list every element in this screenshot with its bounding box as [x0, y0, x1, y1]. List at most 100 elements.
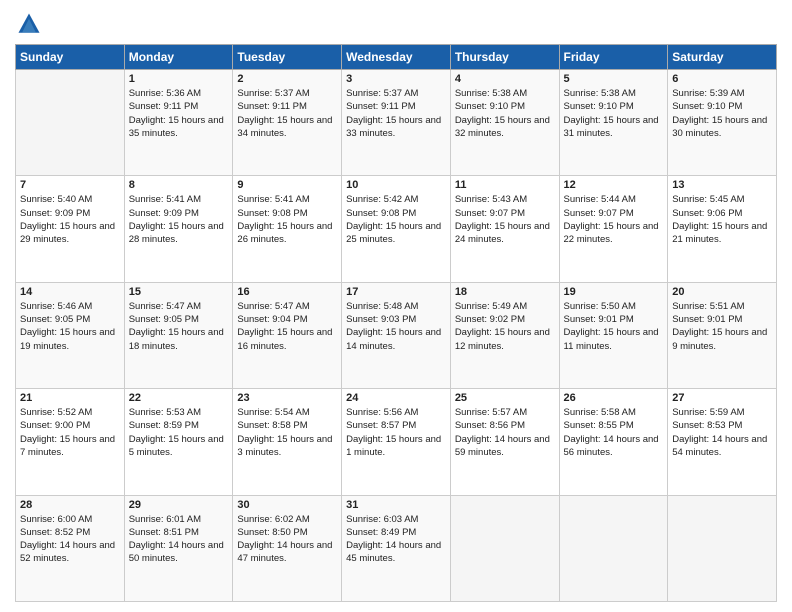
cell-info-line: Daylight: 15 hours and 24 minutes.	[455, 220, 555, 247]
day-of-week-header: Sunday	[16, 45, 125, 70]
cell-info-line: Sunrise: 5:40 AM	[20, 193, 120, 206]
cell-info-line: Sunrise: 5:38 AM	[455, 87, 555, 100]
calendar-week-row: 7Sunrise: 5:40 AMSunset: 9:09 PMDaylight…	[16, 176, 777, 282]
cell-info-line: Sunrise: 5:49 AM	[455, 300, 555, 313]
cell-info-line: Daylight: 14 hours and 52 minutes.	[20, 539, 120, 566]
day-number: 24	[346, 392, 446, 404]
calendar-cell: 5Sunrise: 5:38 AMSunset: 9:10 PMDaylight…	[559, 70, 668, 176]
day-number: 2	[237, 73, 337, 85]
cell-info-line: Sunset: 9:04 PM	[237, 313, 337, 326]
day-number: 21	[20, 392, 120, 404]
calendar-cell: 10Sunrise: 5:42 AMSunset: 9:08 PMDayligh…	[342, 176, 451, 282]
cell-info-line: Sunset: 9:03 PM	[346, 313, 446, 326]
calendar-cell: 12Sunrise: 5:44 AMSunset: 9:07 PMDayligh…	[559, 176, 668, 282]
day-number: 20	[672, 286, 772, 298]
calendar-cell: 6Sunrise: 5:39 AMSunset: 9:10 PMDaylight…	[668, 70, 777, 176]
calendar-week-row: 14Sunrise: 5:46 AMSunset: 9:05 PMDayligh…	[16, 282, 777, 388]
cell-info-line: Sunrise: 6:00 AM	[20, 513, 120, 526]
cell-info-line: Sunset: 8:51 PM	[129, 526, 229, 539]
cell-info-line: Daylight: 15 hours and 19 minutes.	[20, 326, 120, 353]
cell-info-line: Sunset: 9:11 PM	[237, 100, 337, 113]
calendar-cell: 21Sunrise: 5:52 AMSunset: 9:00 PMDayligh…	[16, 389, 125, 495]
cell-info-line: Sunrise: 5:51 AM	[672, 300, 772, 313]
cell-info-line: Sunset: 9:05 PM	[20, 313, 120, 326]
cell-info-line: Daylight: 15 hours and 21 minutes.	[672, 220, 772, 247]
day-of-week-header: Thursday	[450, 45, 559, 70]
cell-info-line: Daylight: 14 hours and 59 minutes.	[455, 433, 555, 460]
cell-info-line: Sunset: 8:53 PM	[672, 419, 772, 432]
day-number: 3	[346, 73, 446, 85]
day-of-week-header: Tuesday	[233, 45, 342, 70]
calendar-week-row: 1Sunrise: 5:36 AMSunset: 9:11 PMDaylight…	[16, 70, 777, 176]
cell-info-line: Sunrise: 5:36 AM	[129, 87, 229, 100]
day-number: 1	[129, 73, 229, 85]
cell-info-line: Sunset: 9:02 PM	[455, 313, 555, 326]
calendar-cell: 8Sunrise: 5:41 AMSunset: 9:09 PMDaylight…	[124, 176, 233, 282]
days-of-week-row: SundayMondayTuesdayWednesdayThursdayFrid…	[16, 45, 777, 70]
cell-info-line: Daylight: 14 hours and 45 minutes.	[346, 539, 446, 566]
cell-info-line: Sunrise: 6:01 AM	[129, 513, 229, 526]
cell-info-line: Sunset: 9:05 PM	[129, 313, 229, 326]
day-of-week-header: Friday	[559, 45, 668, 70]
cell-info-line: Sunset: 8:52 PM	[20, 526, 120, 539]
calendar-cell: 4Sunrise: 5:38 AMSunset: 9:10 PMDaylight…	[450, 70, 559, 176]
calendar-cell: 24Sunrise: 5:56 AMSunset: 8:57 PMDayligh…	[342, 389, 451, 495]
day-of-week-header: Wednesday	[342, 45, 451, 70]
calendar-cell: 16Sunrise: 5:47 AMSunset: 9:04 PMDayligh…	[233, 282, 342, 388]
cell-info-line: Daylight: 14 hours and 56 minutes.	[564, 433, 664, 460]
day-number: 15	[129, 286, 229, 298]
cell-info-line: Sunset: 9:06 PM	[672, 207, 772, 220]
cell-info-line: Sunset: 8:49 PM	[346, 526, 446, 539]
day-number: 26	[564, 392, 664, 404]
cell-info-line: Daylight: 15 hours and 25 minutes.	[346, 220, 446, 247]
cell-info-line: Sunrise: 5:53 AM	[129, 406, 229, 419]
calendar-cell: 22 Sunrise: 5:53 AMSunset: 8:59 PMDayligh…	[124, 389, 233, 495]
day-number: 10	[346, 179, 446, 191]
cell-info-line: Sunrise: 5:54 AM	[237, 406, 337, 419]
calendar-cell	[668, 495, 777, 601]
calendar-cell: 2Sunrise: 5:37 AMSunset: 9:11 PMDaylight…	[233, 70, 342, 176]
cell-info-line: Sunset: 9:01 PM	[564, 313, 664, 326]
cell-info-line: Sunrise: 5:37 AM	[346, 87, 446, 100]
cell-info-line: Sunset: 9:10 PM	[455, 100, 555, 113]
calendar-cell: 29Sunrise: 6:01 AMSunset: 8:51 PMDayligh…	[124, 495, 233, 601]
day-number: 5	[564, 73, 664, 85]
cell-info-line: Sunset: 9:08 PM	[237, 207, 337, 220]
calendar-cell: 30Sunrise: 6:02 AMSunset: 8:50 PMDayligh…	[233, 495, 342, 601]
calendar-week-row: 28Sunrise: 6:00 AMSunset: 8:52 PMDayligh…	[16, 495, 777, 601]
day-number: 27	[672, 392, 772, 404]
day-number: 22	[129, 392, 229, 404]
cell-info-line: Sunrise: 5:41 AM	[237, 193, 337, 206]
cell-info-line: Daylight: 15 hours and 14 minutes.	[346, 326, 446, 353]
cell-info-line: Sunset: 9:00 PM	[20, 419, 120, 432]
day-number: 30	[237, 499, 337, 511]
cell-info-line: Daylight: 14 hours and 54 minutes.	[672, 433, 772, 460]
cell-info-line: Sunrise: 5:50 AM	[564, 300, 664, 313]
cell-info-line: Daylight: 15 hours and 5 minutes.	[129, 433, 229, 460]
cell-info-line: Daylight: 15 hours and 32 minutes.	[455, 114, 555, 141]
day-number: 13	[672, 179, 772, 191]
cell-info-line: Sunrise: 5:41 AM	[129, 193, 229, 206]
cell-info-line: Sunrise: 5:42 AM	[346, 193, 446, 206]
cell-info-line: Sunset: 9:10 PM	[564, 100, 664, 113]
cell-info-line: Daylight: 15 hours and 34 minutes.	[237, 114, 337, 141]
cell-info-line: Daylight: 14 hours and 50 minutes.	[129, 539, 229, 566]
calendar-cell: 9Sunrise: 5:41 AMSunset: 9:08 PMDaylight…	[233, 176, 342, 282]
cell-info-line: Sunrise: 5:57 AM	[455, 406, 555, 419]
cell-info-line: Sunrise: 6:03 AM	[346, 513, 446, 526]
cell-info-line: Daylight: 15 hours and 11 minutes.	[564, 326, 664, 353]
day-number: 18	[455, 286, 555, 298]
day-number: 23	[237, 392, 337, 404]
cell-info-line: Daylight: 15 hours and 29 minutes.	[20, 220, 120, 247]
calendar-cell: 18Sunrise: 5:49 AMSunset: 9:02 PMDayligh…	[450, 282, 559, 388]
cell-info-line: Sunrise: 5:39 AM	[672, 87, 772, 100]
day-number: 14	[20, 286, 120, 298]
calendar-cell	[559, 495, 668, 601]
cell-info-line: Sunrise: 5:48 AM	[346, 300, 446, 313]
cell-info-line: Sunset: 8:56 PM	[455, 419, 555, 432]
day-number: 17	[346, 286, 446, 298]
calendar-header: SundayMondayTuesdayWednesdayThursdayFrid…	[16, 45, 777, 70]
calendar-body: 1Sunrise: 5:36 AMSunset: 9:11 PMDaylight…	[16, 70, 777, 602]
cell-info-line: Sunset: 8:59 PM	[129, 419, 229, 432]
cell-info-line: Daylight: 15 hours and 1 minute.	[346, 433, 446, 460]
